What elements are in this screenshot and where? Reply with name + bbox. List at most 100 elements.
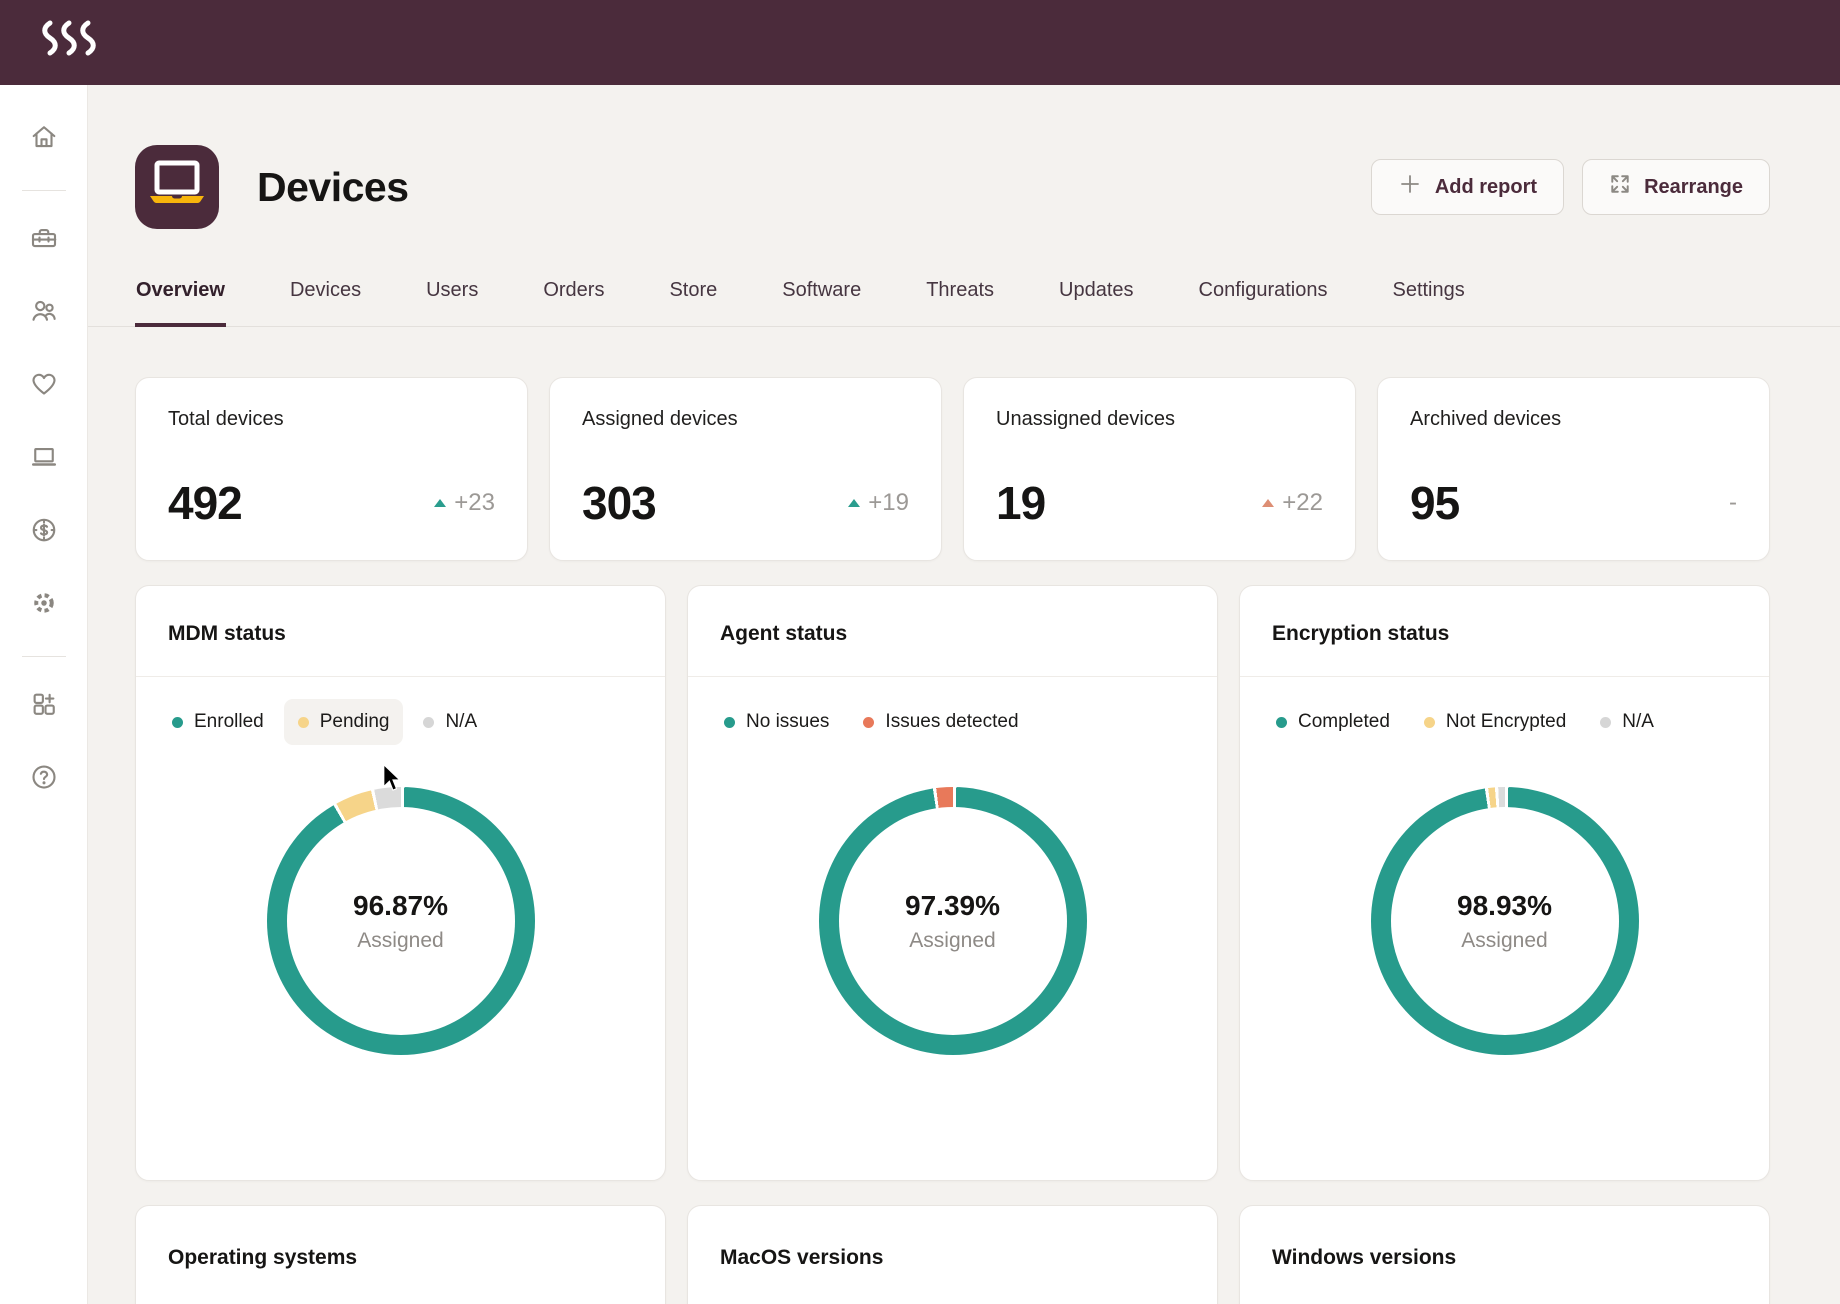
sidebar-divider	[22, 656, 66, 657]
sidebar-item-people[interactable]	[0, 277, 87, 350]
legend-dot	[172, 717, 183, 728]
donut-center-value: 98.93%	[1457, 890, 1552, 922]
bottom-cards-row: Operating systems MacOS versions Windows…	[135, 1205, 1770, 1304]
tab-orders[interactable]: Orders	[542, 273, 605, 326]
operating-systems-card: Operating systems	[135, 1205, 666, 1304]
mouse-cursor	[379, 764, 405, 799]
stat-value: 19	[996, 476, 1045, 530]
mdm-status-card: MDM status Enrolled Pending N/A	[135, 585, 666, 1181]
donut-cards-row: MDM status Enrolled Pending N/A	[135, 585, 1770, 1181]
legend-label: N/A	[445, 711, 477, 733]
stat-delta-value: +19	[868, 489, 909, 517]
stat-delta-value: +22	[1282, 489, 1323, 517]
rearrange-button[interactable]: Rearrange	[1582, 159, 1770, 215]
legend-item-completed[interactable]: Completed	[1262, 699, 1404, 745]
stat-label: Archived devices	[1410, 408, 1737, 431]
sidebar-item-home[interactable]	[0, 103, 87, 176]
stat-delta: +19	[848, 489, 909, 517]
card-title: Encryption status	[1240, 586, 1769, 676]
stat-label: Assigned devices	[582, 408, 909, 431]
people-icon	[29, 296, 59, 331]
legend-label: Not Encrypted	[1446, 711, 1566, 733]
legend-item-not-encrypted[interactable]: Not Encrypted	[1410, 699, 1580, 745]
legend-label: Completed	[1298, 711, 1390, 733]
encryption-status-card: Encryption status Completed Not Encrypte…	[1239, 585, 1770, 1181]
stat-value: 492	[168, 476, 242, 530]
trend-up-icon	[848, 499, 860, 507]
trend-up-icon	[434, 499, 446, 507]
legend-dot	[1424, 717, 1435, 728]
legend-item-no-issues[interactable]: No issues	[710, 699, 843, 745]
dollar-clock-icon	[29, 515, 59, 550]
macos-versions-card: MacOS versions	[687, 1205, 1218, 1304]
tab-configurations[interactable]: Configurations	[1198, 273, 1329, 326]
card-title: MacOS versions	[720, 1246, 1185, 1270]
tab-updates[interactable]: Updates	[1058, 273, 1135, 326]
stat-cards-row: Total devices 492 +23 Assigned devices 3…	[135, 377, 1770, 561]
tab-store[interactable]: Store	[668, 273, 718, 326]
legend-dot	[298, 717, 309, 728]
donut-center: 98.93% Assigned	[1391, 807, 1619, 1035]
trend-up-icon	[1262, 499, 1274, 507]
stat-card-assigned-devices[interactable]: Assigned devices 303 +19	[549, 377, 942, 561]
gear-icon	[29, 588, 59, 623]
stat-label: Total devices	[168, 408, 495, 431]
card-title: Operating systems	[168, 1246, 633, 1270]
heart-icon	[29, 369, 59, 404]
header-actions: Add report Rearrange	[1371, 159, 1770, 215]
donut-center-label: Assigned	[909, 929, 995, 953]
stat-delta: +23	[434, 489, 495, 517]
stat-card-total-devices[interactable]: Total devices 492 +23	[135, 377, 528, 561]
donut-center-label: Assigned	[1461, 929, 1547, 953]
stat-card-unassigned-devices[interactable]: Unassigned devices 19 +22	[963, 377, 1356, 561]
tab-devices[interactable]: Devices	[289, 273, 362, 326]
legend-dot	[1600, 717, 1611, 728]
stat-delta-value: +23	[454, 489, 495, 517]
tab-overview[interactable]: Overview	[135, 273, 226, 326]
agent-status-card: Agent status No issues Issues detected 9…	[687, 585, 1218, 1181]
donut-center: 96.87% Assigned	[287, 807, 515, 1035]
stat-delta: +22	[1262, 489, 1323, 517]
laptop-tile-icon	[135, 143, 219, 232]
mdm-donut-chart: 96.87% Assigned	[267, 787, 535, 1055]
sidebar-item-toolbox[interactable]	[0, 204, 87, 277]
legend-label: N/A	[1622, 711, 1654, 733]
help-icon	[29, 762, 59, 797]
sidebar-item-devices[interactable]	[0, 423, 87, 496]
legend-label: Pending	[320, 711, 390, 733]
legend-item-pending[interactable]: Pending	[284, 699, 404, 745]
stat-label: Unassigned devices	[996, 408, 1323, 431]
legend-item-issues-detected[interactable]: Issues detected	[849, 699, 1032, 745]
windows-versions-card: Windows versions	[1239, 1205, 1770, 1304]
legend-dot	[423, 717, 434, 728]
tab-threats[interactable]: Threats	[925, 273, 995, 326]
legend-item-na[interactable]: N/A	[1586, 699, 1668, 745]
tab-settings[interactable]: Settings	[1391, 273, 1465, 326]
donut-center: 97.39% Assigned	[839, 807, 1067, 1035]
devices-app-tile	[135, 145, 219, 229]
encryption-legend: Completed Not Encrypted N/A	[1240, 677, 1769, 745]
donut-center-value: 97.39%	[905, 890, 1000, 922]
top-bar	[0, 0, 1840, 85]
sidebar-item-benefits[interactable]	[0, 350, 87, 423]
agent-legend: No issues Issues detected	[688, 677, 1217, 745]
plus-icon	[1398, 172, 1422, 202]
page-header: Devices Add report Rearrange	[88, 85, 1840, 229]
tab-software[interactable]: Software	[781, 273, 862, 326]
expand-arrows-icon	[1609, 173, 1631, 201]
donut-center-value: 96.87%	[353, 890, 448, 922]
tab-users[interactable]: Users	[425, 273, 479, 326]
mdm-legend: Enrolled Pending N/A	[136, 677, 665, 745]
add-report-button[interactable]: Add report	[1371, 159, 1564, 215]
sidebar-item-settings[interactable]	[0, 569, 87, 642]
stat-card-archived-devices[interactable]: Archived devices 95 -	[1377, 377, 1770, 561]
sidebar-item-help[interactable]	[0, 743, 87, 816]
sidebar-item-payroll[interactable]	[0, 496, 87, 569]
home-icon	[29, 122, 59, 157]
card-title: Windows versions	[1272, 1246, 1737, 1270]
rippling-logo-icon[interactable]	[40, 18, 102, 67]
legend-item-enrolled[interactable]: Enrolled	[158, 699, 278, 745]
legend-label: No issues	[746, 711, 829, 733]
sidebar-item-add-apps[interactable]	[0, 670, 87, 743]
legend-item-na[interactable]: N/A	[409, 699, 491, 745]
